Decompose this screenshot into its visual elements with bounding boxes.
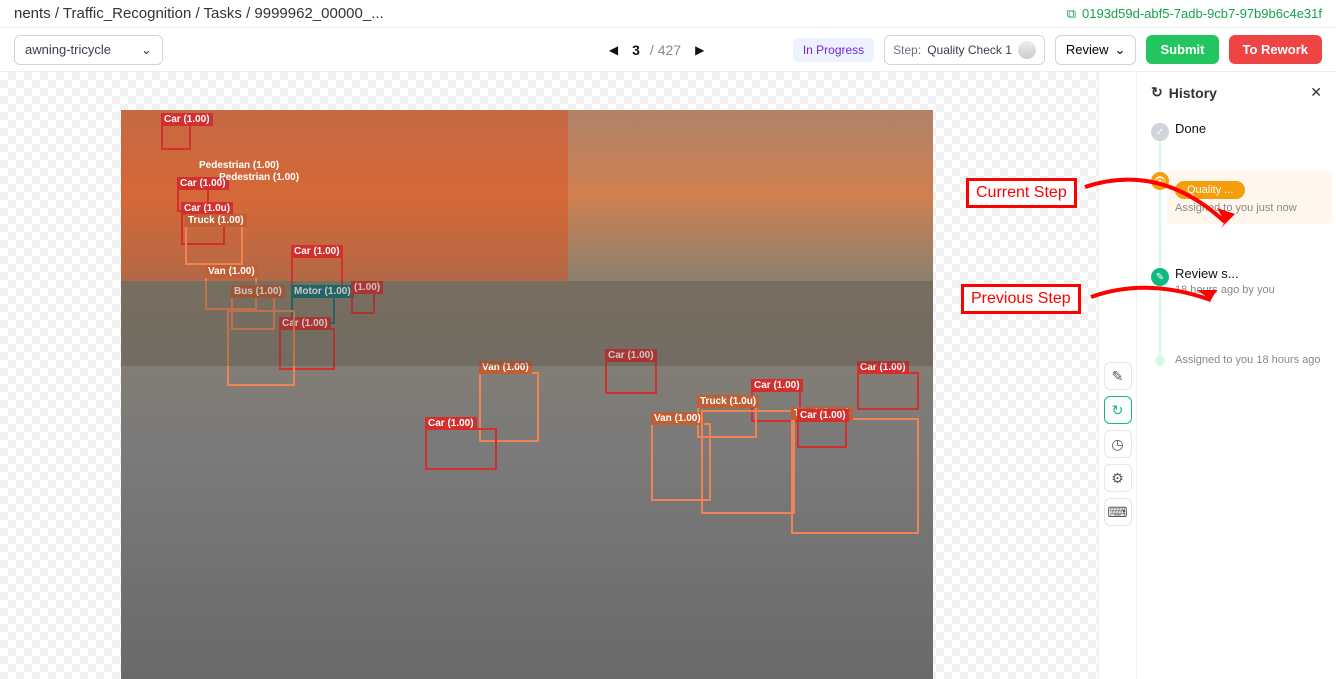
timeline-dot-tiny-icon [1155, 356, 1165, 366]
bbox-car[interactable]: (1.00) [351, 292, 375, 314]
bbox-label: Car (1.00) [291, 245, 343, 258]
timeline-done-label: Done [1175, 121, 1322, 136]
bbox-label: (1.00) [351, 281, 383, 294]
bbox-label: Van (1.00) [205, 265, 258, 278]
avatar [1018, 41, 1036, 59]
bbox-label: Truck (1.00) [185, 214, 247, 227]
job-id-text: 0193d59d-abf5-7adb-9cb7-97b9b6c4e31f [1082, 6, 1322, 21]
bbox-truck[interactable] [701, 410, 795, 514]
bbox-label: Car (1.00) [797, 409, 849, 422]
bbox-label: Car (1.00) [605, 349, 657, 362]
status-badge: In Progress [793, 38, 874, 62]
history-tool-button[interactable]: ↻ [1104, 396, 1132, 424]
bbox-car[interactable]: Car (1.00) [857, 372, 919, 410]
bbox-car[interactable]: Car (1.00) [161, 124, 191, 150]
timeline-item-assigned: Assigned to you 18 hours ago [1175, 354, 1322, 366]
pedestrian-label: Pedestrian (1.00) [199, 160, 279, 171]
bbox-motor[interactable]: Motor (1.00) [291, 296, 335, 324]
bbox-label: Car (1.00) [425, 417, 477, 430]
bbox-car[interactable]: Car (1.00) [279, 328, 335, 370]
bbox-bus[interactable]: Bus (1.00) [231, 296, 275, 330]
bbox-label: Van (1.00) [479, 361, 532, 374]
class-dropdown-value: awning-tricycle [25, 42, 111, 57]
bbox-van[interactable]: Van (1.00) [205, 276, 257, 310]
arrow-current [1080, 167, 1240, 247]
bbox-label: Bus (1.00) [231, 285, 285, 298]
callout-current-step: Current Step [966, 178, 1077, 208]
bbox-label: Car (1.00) [751, 379, 803, 392]
toolbar: awning-tricycle ⌄ ◀ 3 / 427 ▶ In Progres… [0, 28, 1336, 72]
pager-prev-button[interactable]: ◀ [605, 43, 622, 57]
timeline-item-done: ✓ Done [1175, 121, 1322, 136]
keyboard-tool-button[interactable]: ⌨ [1104, 498, 1132, 526]
settings-tool-button[interactable]: ⚙ [1104, 464, 1132, 492]
pager-current: 3 [632, 42, 640, 58]
pedestrian-label: Pedestrian (1.00) [219, 172, 299, 183]
chevron-down-icon: ⌄ [1115, 42, 1126, 58]
main-area: Car (1.00)Car (1.00)Car (1.0u)Truck (1.0… [0, 72, 1336, 679]
chevron-down-icon: ⌄ [141, 42, 152, 58]
canvas-area[interactable]: Car (1.00)Car (1.00)Car (1.0u)Truck (1.0… [0, 72, 1098, 679]
review-label: Review [1066, 42, 1109, 57]
bbox-label: Car (1.00) [279, 317, 331, 330]
bbox-car[interactable]: Car (1.00) [797, 420, 847, 448]
pager-next-button[interactable]: ▶ [691, 43, 708, 57]
bbox-label: Truck (1.0u) [697, 395, 759, 408]
bbox-truck[interactable]: Truck (1.00) [185, 225, 243, 265]
submit-button[interactable]: Submit [1146, 35, 1218, 64]
bbox-label: Motor (1.00) [291, 285, 354, 298]
annotation-scene[interactable]: Car (1.00)Car (1.00)Car (1.0u)Truck (1.0… [121, 110, 933, 679]
timeline-assigned-label: Assigned to you 18 hours ago [1175, 354, 1322, 366]
review-dropdown[interactable]: Review ⌄ [1055, 35, 1137, 65]
top-bar: nents / Traffic_Recognition / Tasks / 99… [0, 0, 1336, 28]
breadcrumb[interactable]: nents / Traffic_Recognition / Tasks / 99… [14, 5, 384, 22]
step-indicator[interactable]: Step: Quality Check 1 [884, 35, 1045, 65]
clock-tool-button[interactable]: ◷ [1104, 430, 1132, 458]
bbox-van[interactable] [227, 310, 295, 386]
close-icon[interactable]: ✕ [1310, 84, 1322, 101]
history-panel: ↻History ✕ ✓ Done 👁 Quality ... Assigned… [1136, 72, 1336, 679]
bbox-car[interactable]: Car (1.00) [425, 428, 497, 470]
bbox-label: Van (1.00) [651, 412, 704, 425]
timeline-dot-done-icon: ✓ [1151, 123, 1169, 141]
history-title: ↻History [1151, 84, 1217, 101]
step-value: Quality Check 1 [927, 43, 1012, 57]
pager-total: / 427 [650, 42, 681, 58]
edit-tool-button[interactable]: ✎ [1104, 362, 1132, 390]
bbox-label: Car (1.00) [857, 361, 909, 374]
step-label: Step: [893, 43, 921, 57]
arrow-previous [1086, 272, 1226, 332]
bbox-car[interactable]: Car (1.00) [291, 256, 343, 292]
bbox-car[interactable]: Car (1.00) [605, 360, 657, 394]
rework-button[interactable]: To Rework [1229, 35, 1323, 64]
pager: ◀ 3 / 427 ▶ [605, 42, 708, 58]
job-id[interactable]: ⧉ 0193d59d-abf5-7adb-9cb7-97b9b6c4e31f [1067, 6, 1322, 22]
side-toolbar: ✎ ↻ ◷ ⚙ ⌨ [1098, 72, 1136, 679]
callout-previous-step: Previous Step [961, 284, 1081, 314]
history-icon: ↻ [1151, 84, 1163, 101]
copy-icon[interactable]: ⧉ [1067, 6, 1076, 22]
class-dropdown[interactable]: awning-tricycle ⌄ [14, 35, 163, 65]
bbox-label: Car (1.00) [161, 113, 213, 126]
